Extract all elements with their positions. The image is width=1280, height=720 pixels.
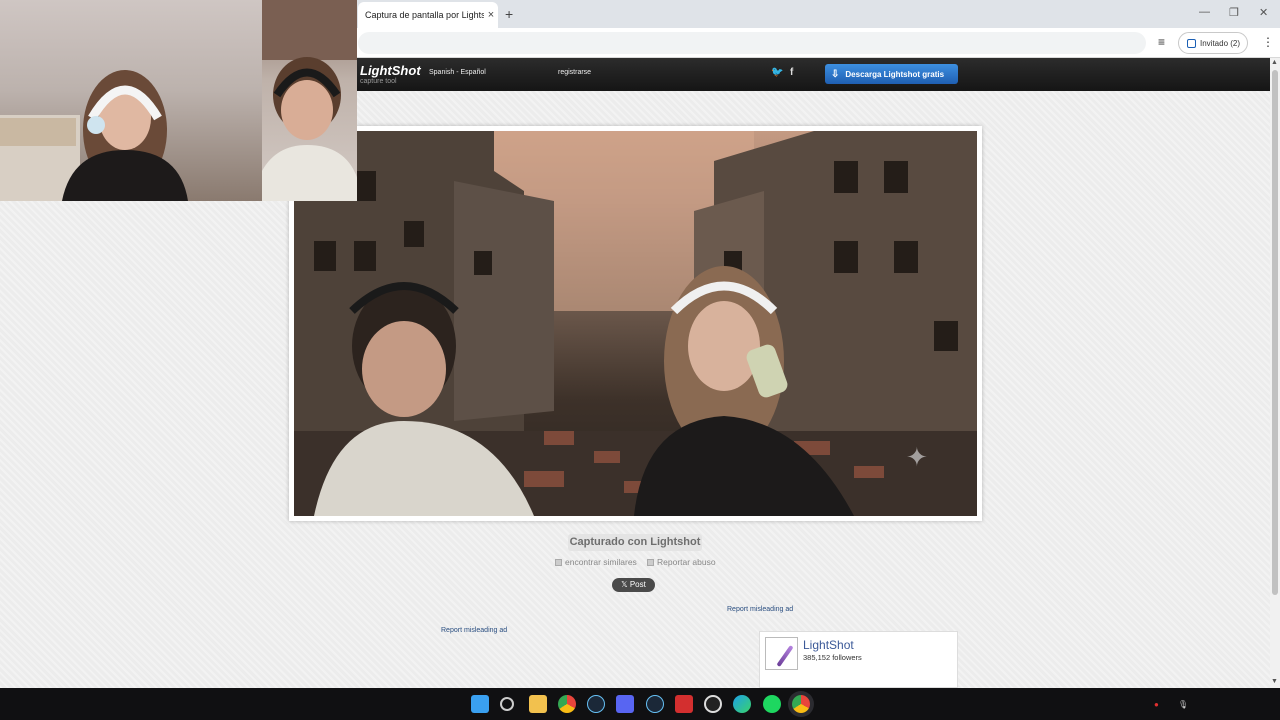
profile-button[interactable]: Invitado (2) xyxy=(1178,32,1248,54)
door xyxy=(262,0,357,60)
ruined-building-left-2 xyxy=(454,181,554,421)
pillow xyxy=(0,118,76,146)
webcam-left-scene xyxy=(0,70,188,201)
discord-icon[interactable] xyxy=(616,695,634,713)
captured-with-lightshot: Capturado con Lightshot xyxy=(568,534,702,551)
scroll-up-icon[interactable]: ▲ xyxy=(1271,59,1278,66)
find-similar-link[interactable]: encontrar similares xyxy=(555,557,637,567)
obs-icon[interactable] xyxy=(704,695,722,713)
steam-2-icon[interactable] xyxy=(646,695,664,713)
new-tab-button[interactable]: + xyxy=(505,6,513,22)
report-abuse-label: Reportar abuso xyxy=(657,557,716,567)
register-link[interactable]: registrarse xyxy=(558,69,591,76)
facebook-page-name[interactable]: LightShot xyxy=(803,638,854,652)
spotify-icon[interactable] xyxy=(763,695,781,713)
tray-mic-icon[interactable]: 🎙 xyxy=(1178,700,1188,709)
tab-close-icon[interactable]: × xyxy=(484,9,498,21)
minimize-button[interactable]: — xyxy=(1199,6,1210,18)
browser-tab[interactable]: Captura de pantalla por Lightshot × xyxy=(358,2,498,28)
facebook-icon[interactable]: f xyxy=(790,67,793,78)
screenshot-image[interactable]: ✦ xyxy=(294,131,977,516)
webcam-left xyxy=(0,0,262,201)
find-similar-icon xyxy=(555,559,562,566)
chrome-active-icon[interactable] xyxy=(792,695,810,713)
tab-title: Captura de pantalla por Lightshot xyxy=(365,10,484,20)
screenshot-scene: ✦ xyxy=(294,131,977,516)
webcam-overlay xyxy=(0,0,357,201)
windows-taskbar: ● 🎙 xyxy=(0,688,1280,720)
reading-list-icon[interactable]: ≡ xyxy=(1158,35,1165,49)
download-label: Descarga Lightshot gratis xyxy=(845,69,945,79)
twitter-icon[interactable]: 🐦 xyxy=(771,67,783,78)
windows-start-icon[interactable] xyxy=(471,695,489,713)
boy-shirt xyxy=(262,145,357,201)
webcam-right-scene xyxy=(262,0,357,201)
download-icon: ⇩ xyxy=(831,68,840,80)
boy-face xyxy=(281,80,333,140)
report-misleading-ad-link[interactable]: Report misleading ad xyxy=(727,606,793,613)
facebook-page-widget[interactable]: LightShot 385,152 followers xyxy=(759,631,958,688)
find-similar-label: encontrar similares xyxy=(565,557,637,567)
search-icon[interactable] xyxy=(500,697,514,711)
restore-button[interactable]: ❐ xyxy=(1229,6,1239,19)
x-post-button[interactable]: 𝕏 Post xyxy=(612,578,655,592)
scroll-down-icon[interactable]: ▼ xyxy=(1271,678,1278,685)
webcam-right xyxy=(262,0,357,201)
download-button[interactable]: ⇩ Descarga Lightshot gratis xyxy=(825,64,958,84)
chrome-icon[interactable] xyxy=(558,695,576,713)
headset-ear-icon xyxy=(87,116,105,134)
address-input[interactable] xyxy=(358,32,1146,54)
sparkle-icon: ✦ xyxy=(906,443,928,473)
lightshot-feather-icon xyxy=(765,637,798,670)
scrollbar-thumb[interactable] xyxy=(1272,70,1278,595)
report-abuse-icon xyxy=(647,559,654,566)
steam-icon[interactable] xyxy=(587,695,605,713)
edge-icon[interactable] xyxy=(733,695,751,713)
report-abuse-link[interactable]: Reportar abuso xyxy=(647,557,716,567)
file-explorer-icon[interactable] xyxy=(529,695,547,713)
tray-notification-icon[interactable]: ● xyxy=(1154,700,1159,709)
lightshot-logo[interactable]: LightShot xyxy=(360,63,421,78)
browser-menu-icon[interactable]: ⋮ xyxy=(1262,35,1274,49)
person-left-face xyxy=(362,321,446,417)
voicemod-icon[interactable] xyxy=(675,695,693,713)
screenshot-frame: ✦ xyxy=(289,126,982,521)
lightshot-tagline: capture tool xyxy=(360,78,397,85)
person-right-face xyxy=(688,301,760,391)
facebook-followers: 385,152 followers xyxy=(803,653,862,662)
window-close-button[interactable]: ✕ xyxy=(1259,6,1268,19)
girl-shirt xyxy=(62,150,188,201)
profile-label: Invitado (2) xyxy=(1200,38,1241,48)
profile-icon xyxy=(1187,38,1196,48)
language-select[interactable]: Spanish - Español xyxy=(429,69,486,76)
report-misleading-ad-link[interactable]: Report misleading ad xyxy=(441,627,507,634)
